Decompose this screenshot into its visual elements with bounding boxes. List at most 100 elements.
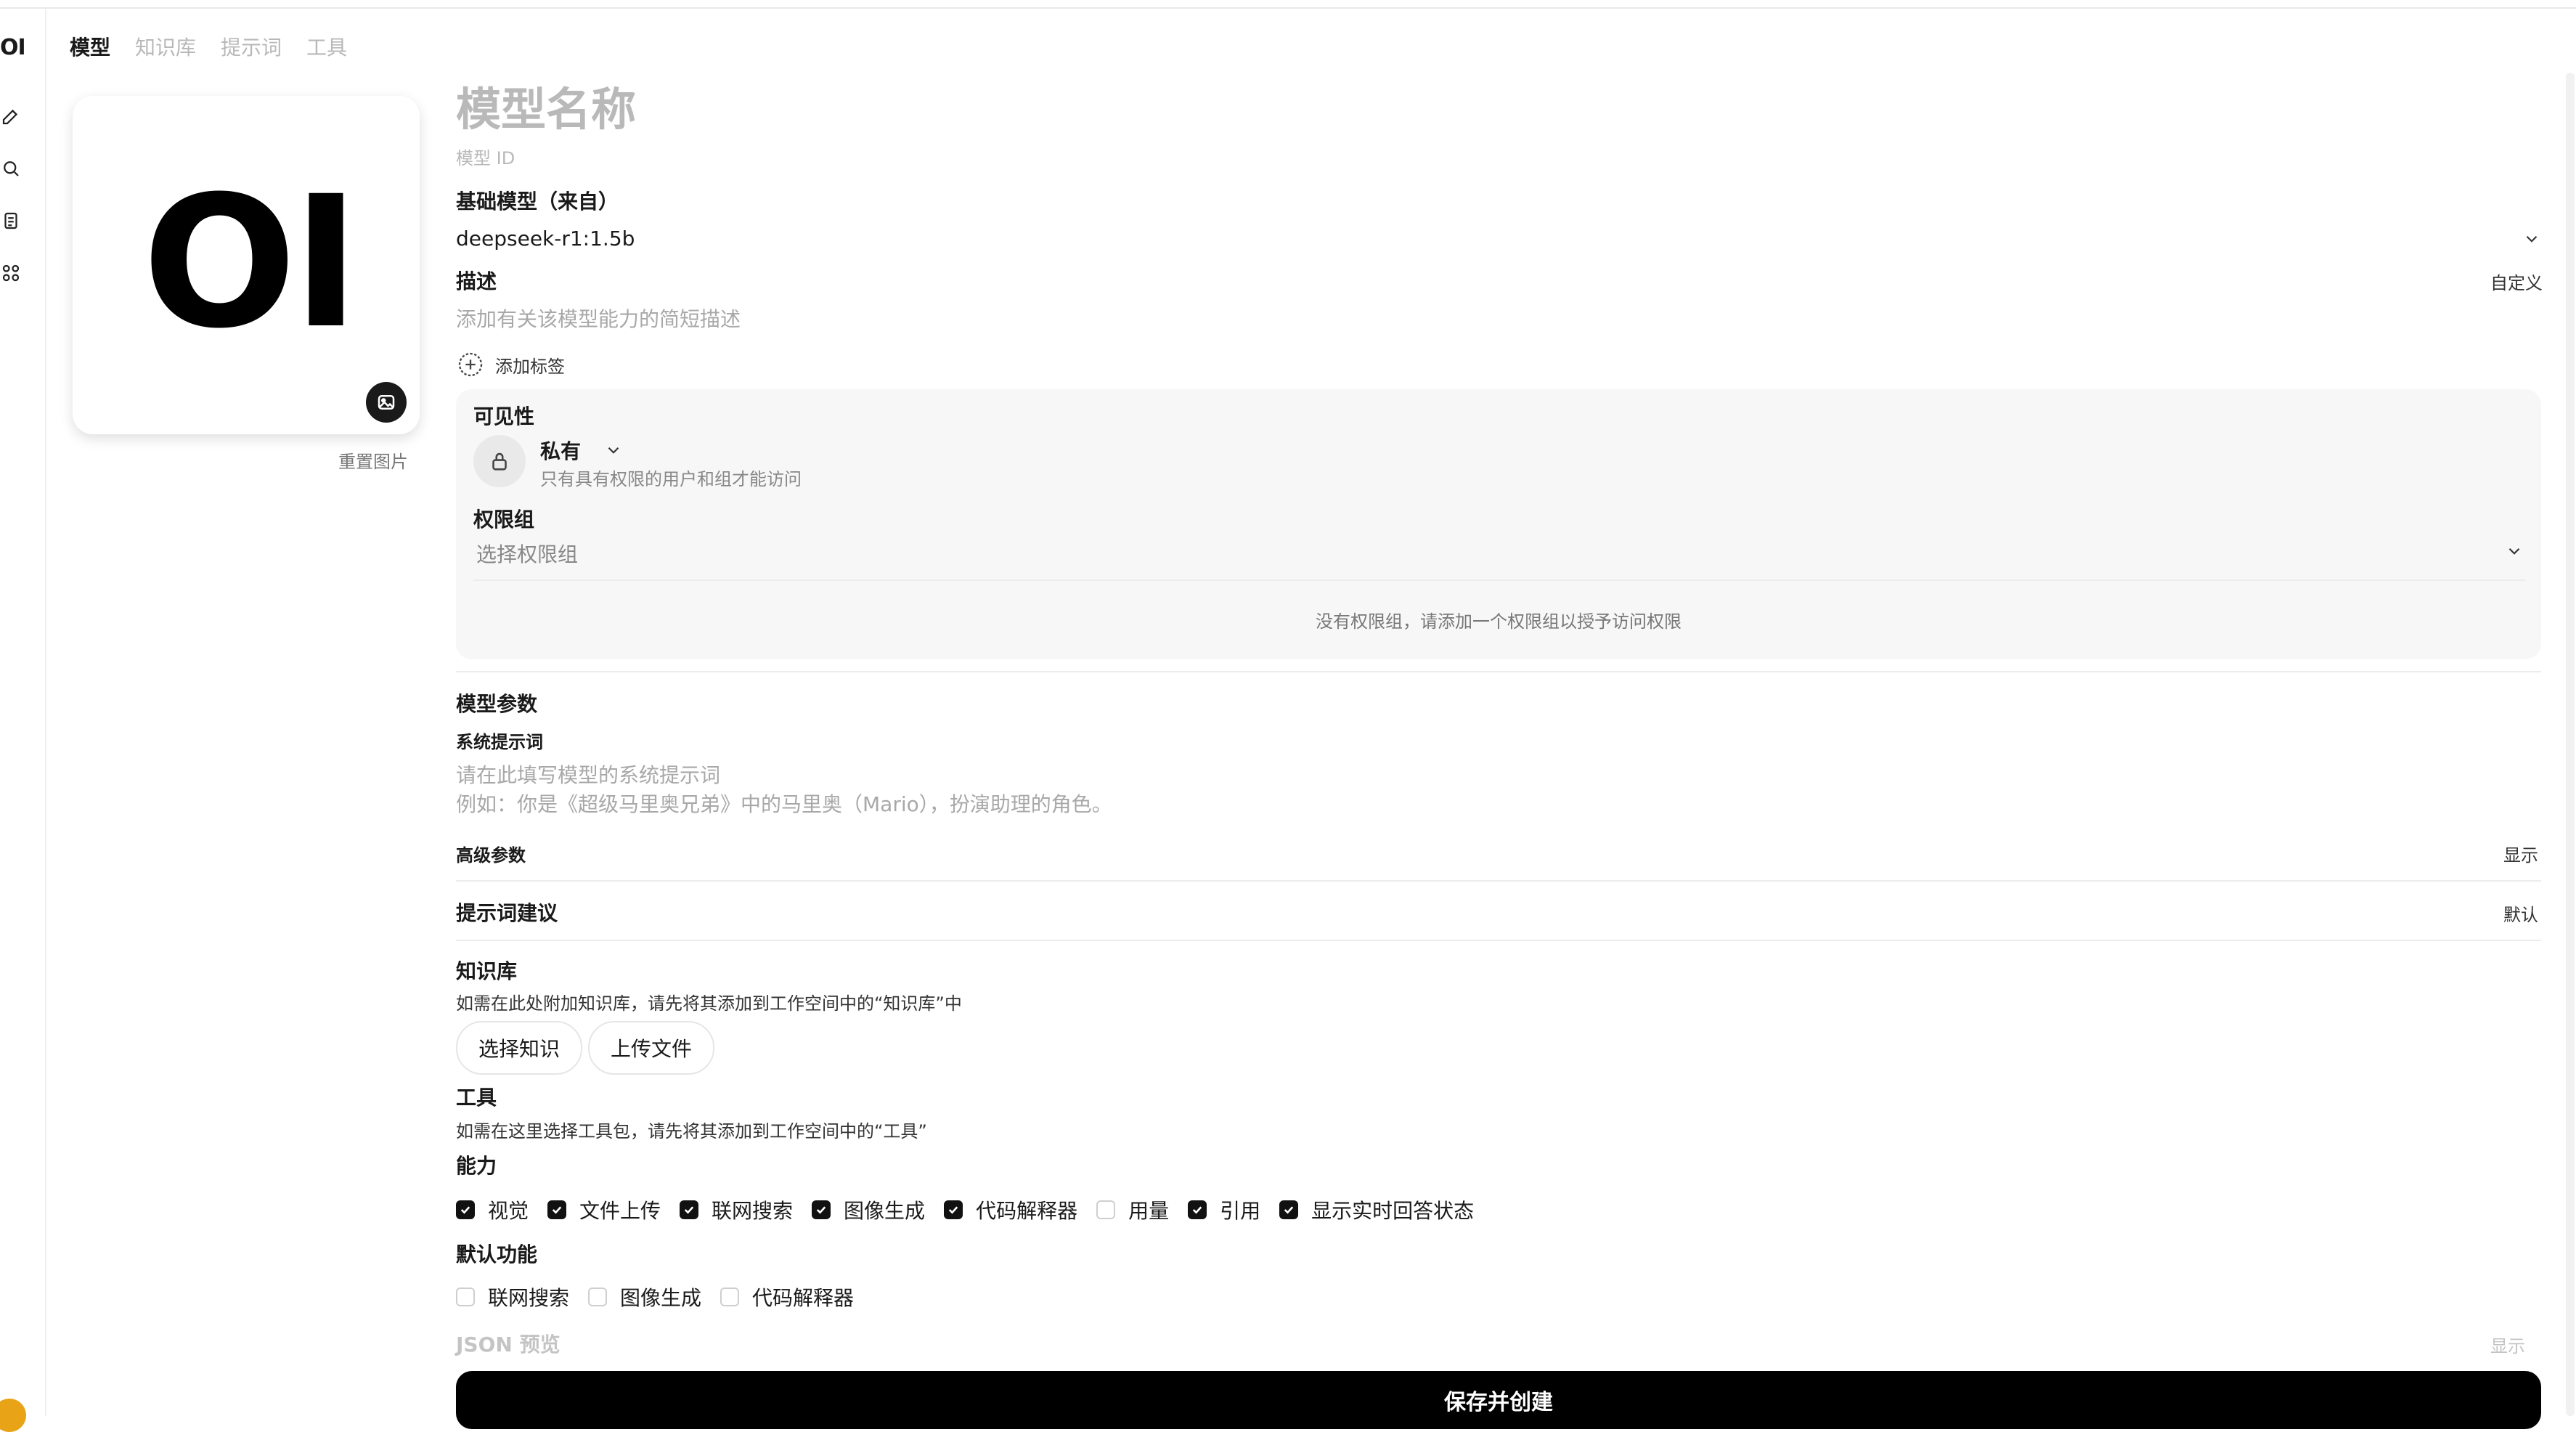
capability-label: 图像生成 (844, 1199, 926, 1223)
capability-label: 显示实时回答状态 (1311, 1199, 1475, 1223)
default-feature-code-interpreter[interactable]: 代码解释器 (720, 1282, 854, 1311)
capabilities-label: 能力 (456, 1154, 497, 1178)
default-features-list: 联网搜索 图像生成 代码解释器 (456, 1282, 873, 1311)
access-group-select[interactable]: 选择权限组 (476, 539, 2524, 568)
default-feature-image-generation[interactable]: 图像生成 (588, 1282, 701, 1311)
checkbox[interactable] (456, 1287, 475, 1306)
divider (473, 579, 2525, 581)
model-form: 基础模型（来自） deepseek-r1:1.5b 描述 自定义 添加有关该模型… (456, 0, 2543, 1429)
checkbox[interactable] (1188, 1200, 1207, 1219)
visibility-value: 私有 (540, 439, 582, 463)
prompt-suggestions-toggle[interactable]: 默认 (2503, 900, 2538, 926)
tools-label: 工具 (456, 1086, 497, 1110)
check-icon (684, 1206, 694, 1214)
workspace-tabs: 模型 知识库 提示词 工具 (70, 32, 347, 61)
tools-hint: 如需在这里选择工具包，请先将其添加到工作空间中的“工具” (456, 1121, 927, 1142)
chevron-down-icon (2508, 548, 2520, 555)
divider (456, 880, 2541, 882)
capability-code-interpreter[interactable]: 代码解释器 (944, 1195, 1077, 1224)
checkbox[interactable] (1096, 1200, 1116, 1219)
apps-icon[interactable] (0, 261, 22, 285)
image-icon (378, 395, 395, 410)
check-icon (948, 1206, 958, 1214)
access-group-placeholder: 选择权限组 (476, 542, 579, 566)
system-prompt-input[interactable]: 请在此填写模型的系统提示词 例如：你是《超级马里奥兄弟》中的马里奥（Mario）… (456, 761, 2541, 819)
advanced-params-toggle[interactable]: 显示 (2503, 841, 2538, 866)
checkbox[interactable] (1279, 1200, 1299, 1219)
check-icon (552, 1206, 562, 1214)
capability-file-upload[interactable]: 文件上传 (547, 1195, 661, 1224)
knowledge-label: 知识库 (456, 959, 518, 983)
save-and-create-button[interactable]: 保存并创建 (456, 1371, 2541, 1429)
tab-tools[interactable]: 工具 (306, 32, 347, 61)
capability-citations[interactable]: 引用 (1188, 1195, 1260, 1224)
model-id-input[interactable] (456, 148, 1037, 168)
base-model-select[interactable]: deepseek-r1:1.5b (456, 227, 2541, 256)
icon-rail: OI (0, 9, 46, 1416)
check-icon (1284, 1206, 1294, 1214)
notes-icon[interactable] (0, 209, 22, 232)
app-logo[interactable]: OI (0, 35, 26, 60)
base-model-label: 基础模型（来自） (456, 190, 619, 213)
description-mode-toggle[interactable]: 自定义 (2490, 269, 2543, 294)
add-tag-label: 添加标签 (495, 356, 565, 377)
model-name-input[interactable] (456, 83, 1472, 136)
access-group-label: 权限组 (473, 508, 535, 532)
capability-web-search[interactable]: 联网搜索 (680, 1195, 793, 1224)
model-avatar-card[interactable]: OI (73, 96, 420, 434)
advanced-params-label: 高级参数 (456, 845, 526, 866)
search-icon[interactable] (0, 157, 22, 180)
scrollbar[interactable] (2566, 73, 2575, 1416)
json-preview-label: JSON 预览 (456, 1333, 561, 1356)
checkbox[interactable] (456, 1200, 475, 1219)
visibility-hint: 只有具有权限的用户和组才能访问 (540, 469, 802, 489)
tab-knowledge[interactable]: 知识库 (135, 32, 196, 61)
default-feature-label: 联网搜索 (488, 1286, 570, 1310)
change-image-button[interactable] (366, 382, 407, 423)
model-avatar-logo: OI (142, 157, 360, 368)
checkbox[interactable] (680, 1200, 699, 1219)
divider (456, 671, 2541, 672)
visibility-label: 可见性 (473, 404, 535, 428)
capability-image-generation[interactable]: 图像生成 (812, 1195, 925, 1224)
capability-vision[interactable]: 视觉 (456, 1195, 529, 1224)
divider (456, 940, 2541, 941)
check-icon (460, 1206, 470, 1214)
checkbox[interactable] (720, 1287, 740, 1306)
upload-file-button[interactable]: 上传文件 (588, 1021, 714, 1075)
edit-icon[interactable] (0, 105, 22, 128)
select-knowledge-button[interactable]: 选择知识 (456, 1021, 582, 1075)
checkbox[interactable] (812, 1200, 831, 1219)
checkbox[interactable] (588, 1287, 608, 1306)
check-icon (816, 1206, 826, 1214)
tab-models[interactable]: 模型 (70, 32, 110, 61)
knowledge-hint: 如需在此处附加知识库，请先将其添加到工作空间中的“知识库”中 (456, 993, 962, 1014)
system-prompt-label: 系统提示词 (456, 732, 543, 752)
chevron-down-icon (608, 447, 619, 454)
json-preview-toggle[interactable]: 显示 (2490, 1332, 2525, 1357)
description-input[interactable]: 添加有关该模型能力的简短描述 (456, 304, 1472, 333)
add-tag-button[interactable]: 添加标签 (456, 350, 565, 379)
reset-image-link[interactable]: 重置图片 (338, 447, 408, 473)
description-label: 描述 (456, 269, 497, 293)
capability-label: 联网搜索 (712, 1199, 794, 1223)
visibility-select[interactable]: 私有 (540, 436, 623, 465)
model-params-label: 模型参数 (456, 692, 538, 716)
checkbox[interactable] (944, 1200, 963, 1219)
check-icon (1192, 1206, 1202, 1214)
plus-circle-icon (458, 352, 483, 377)
chevron-down-icon (2526, 235, 2538, 243)
capability-label: 视觉 (488, 1199, 529, 1223)
lock-icon (473, 435, 526, 487)
capability-label: 引用 (1220, 1199, 1261, 1223)
checkbox[interactable] (547, 1200, 567, 1219)
capabilities-list: 视觉 文件上传 联网搜索 图像生成 代码解释器 用量 引用 显示实时回答状态 (456, 1195, 1493, 1224)
capability-status-updates[interactable]: 显示实时回答状态 (1279, 1195, 1474, 1224)
default-feature-label: 图像生成 (620, 1286, 702, 1310)
default-feature-web-search[interactable]: 联网搜索 (456, 1282, 569, 1311)
capability-label: 代码解释器 (976, 1199, 1078, 1223)
tab-prompts[interactable]: 提示词 (221, 32, 282, 61)
capability-usage[interactable]: 用量 (1096, 1195, 1169, 1224)
default-features-label: 默认功能 (456, 1242, 538, 1266)
capability-label: 用量 (1128, 1199, 1170, 1223)
